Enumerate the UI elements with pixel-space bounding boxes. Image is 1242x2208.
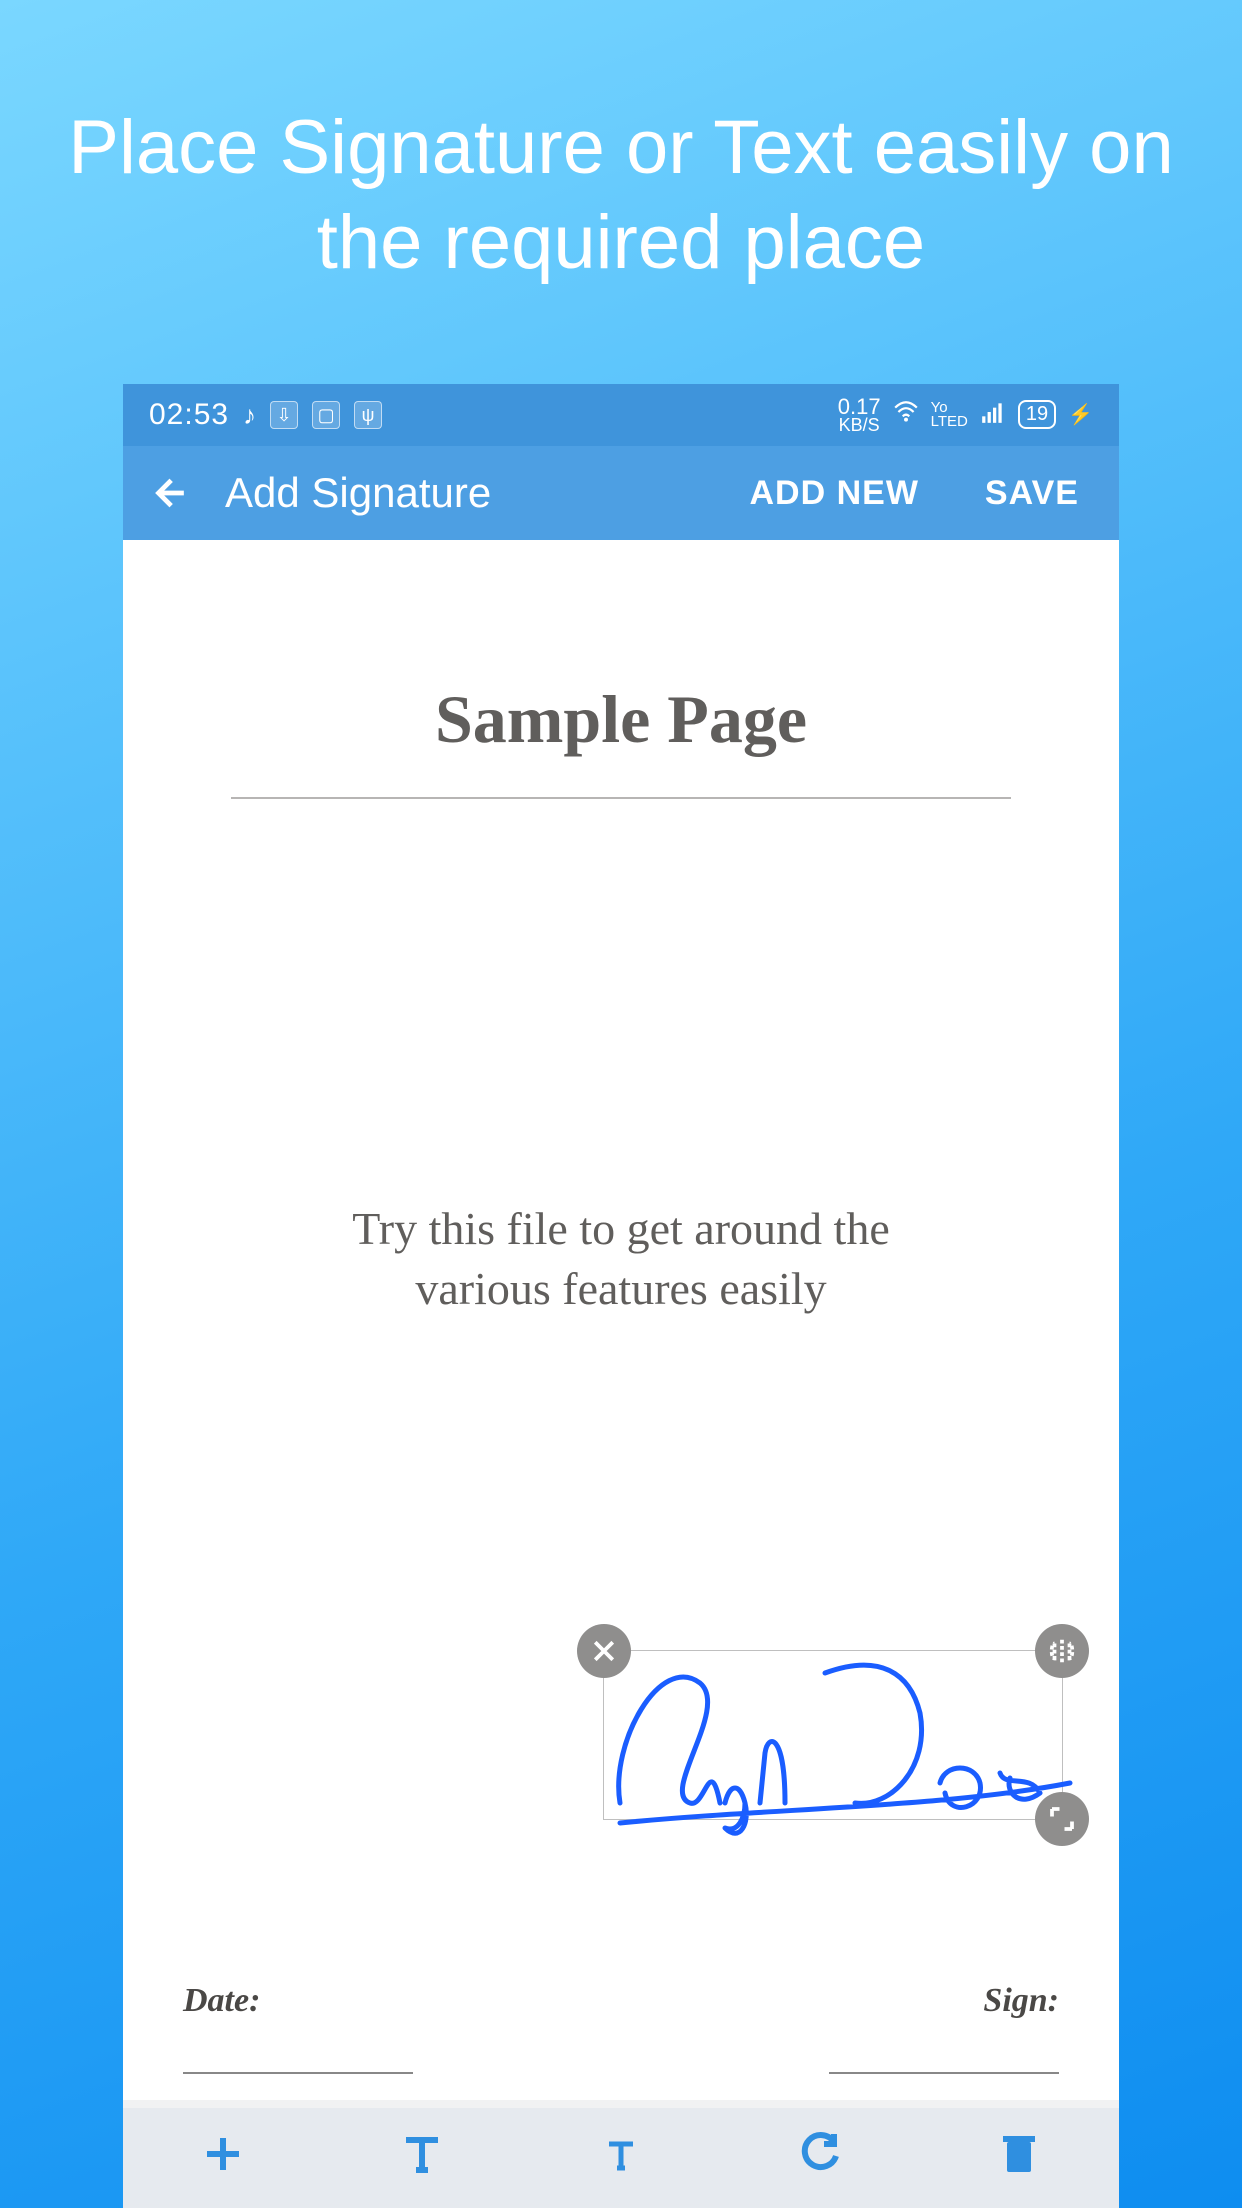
date-line (183, 2072, 413, 2074)
add-new-button[interactable]: ADD NEW (735, 474, 932, 513)
charging-icon: ⚡ (1068, 402, 1093, 427)
download-icon: ⇩ (270, 401, 298, 429)
title-rule (231, 797, 1011, 799)
document-body: Try this file to get around the various … (183, 1199, 1059, 1319)
close-icon[interactable] (577, 1624, 631, 1678)
promo-line2: the required place (317, 200, 925, 285)
sign-line (829, 2072, 1059, 2074)
wifi-icon (893, 399, 919, 431)
signal-icon (980, 399, 1006, 431)
back-icon[interactable] (149, 474, 187, 512)
promo-headline: Place Signature or Text easily on the re… (0, 0, 1242, 290)
refresh-icon[interactable] (796, 2130, 844, 2178)
music-icon: ♪ (243, 400, 256, 431)
usb-icon: ψ (354, 401, 382, 429)
document-title: Sample Page (183, 680, 1059, 797)
save-button[interactable]: SAVE (971, 474, 1093, 513)
promo-line1: Place Signature or Text easily on (68, 105, 1173, 190)
flip-icon[interactable] (1035, 1624, 1089, 1678)
date-label: Date: (183, 1982, 260, 2020)
signature-row: Date: Sign: (183, 1982, 1059, 2020)
bottom-toolbar (123, 2108, 1119, 2208)
text-small-icon[interactable] (597, 2130, 645, 2178)
add-icon[interactable] (199, 2130, 247, 2178)
signature-widget[interactable] (603, 1650, 1063, 1820)
appbar-title: Add Signature (225, 469, 491, 517)
signature-stroke[interactable] (590, 1633, 1090, 1843)
phone-screenshot: 02:53 ♪ ⇩ ▢ ψ 0.17 KB/S YoLTED 19 ⚡ (123, 384, 1119, 2208)
volte-icon: YoLTED (931, 401, 968, 428)
screencast-icon: ▢ (312, 401, 340, 429)
app-bar: Add Signature ADD NEW SAVE (123, 446, 1119, 540)
status-right: 0.17 KB/S YoLTED 19 ⚡ (838, 397, 1093, 433)
document-page[interactable]: Sample Page Try this file to get around … (123, 540, 1119, 2100)
status-bar: 02:53 ♪ ⇩ ▢ ψ 0.17 KB/S YoLTED 19 ⚡ (123, 384, 1119, 446)
sign-label: Sign: (983, 1982, 1059, 2020)
document-canvas[interactable]: Sample Page Try this file to get around … (123, 540, 1119, 2208)
status-left: 02:53 ♪ ⇩ ▢ ψ (149, 398, 382, 432)
text-large-icon[interactable] (398, 2130, 446, 2178)
network-speed: 0.17 KB/S (838, 397, 881, 433)
resize-icon[interactable] (1035, 1792, 1089, 1846)
delete-icon[interactable] (995, 2130, 1043, 2178)
status-clock: 02:53 (149, 398, 229, 432)
battery-icon: 19 (1018, 400, 1056, 429)
